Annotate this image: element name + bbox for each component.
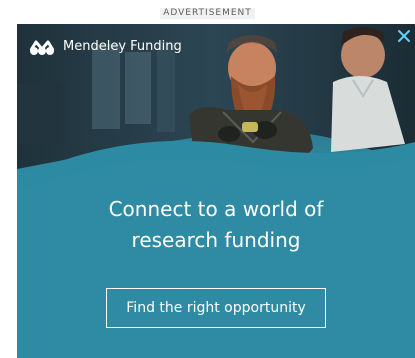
ad-headline: Connect to a world of research funding — [17, 194, 415, 256]
brand-header: Mendeley Funding — [29, 38, 182, 56]
close-button[interactable] — [397, 28, 411, 42]
close-icon — [398, 30, 410, 42]
funding-ad-banner[interactable]: Mendeley Funding Connect to a world of r… — [17, 24, 415, 358]
brand-name: Mendeley Funding — [63, 39, 182, 54]
advertisement-label: ADVERTISEMENT — [160, 8, 255, 19]
headline-line-2: research funding — [131, 228, 301, 252]
headline-line-1: Connect to a world of — [108, 197, 324, 221]
find-opportunity-button[interactable]: Find the right opportunity — [106, 288, 326, 328]
mendeley-logo-icon — [29, 40, 55, 55]
advertisement-label-wrap: ADVERTISEMENT — [0, 0, 415, 22]
